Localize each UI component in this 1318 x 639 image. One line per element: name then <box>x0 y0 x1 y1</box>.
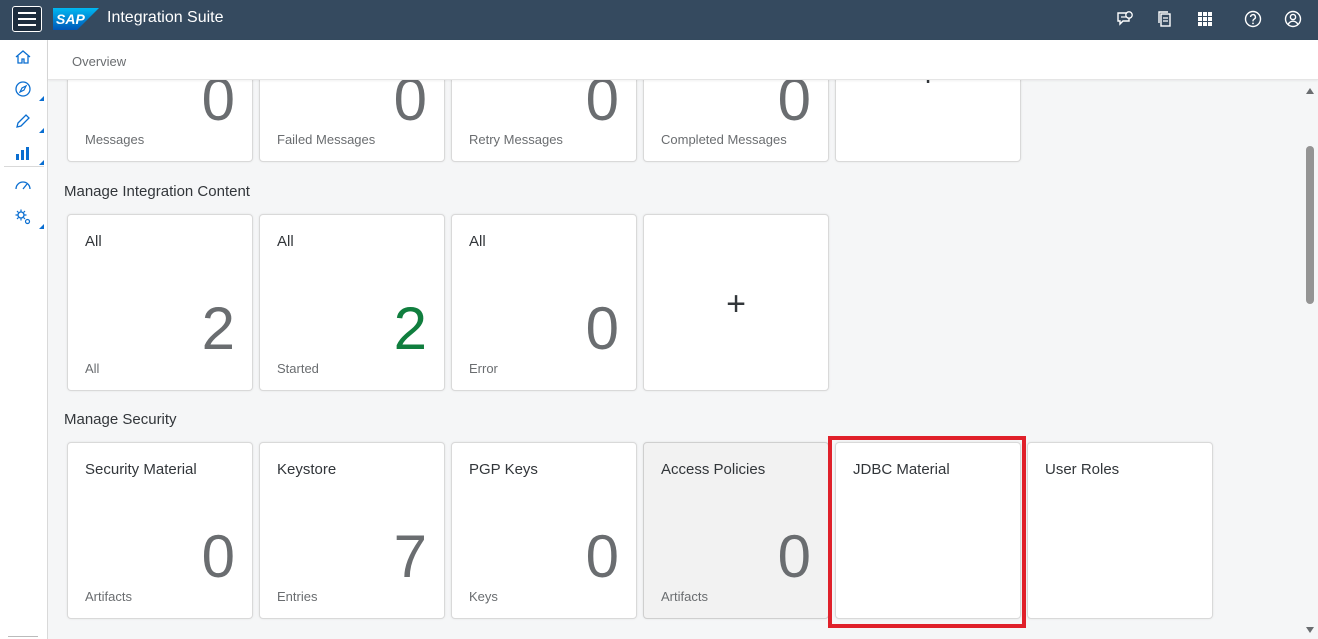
bar-chart-icon <box>16 147 29 160</box>
gears-icon <box>15 209 31 225</box>
feedback-icon[interactable] <box>1116 10 1134 28</box>
nav-settings[interactable] <box>10 204 36 230</box>
tile-access-policies[interactable]: Access Policies 0 Artifacts <box>643 442 829 619</box>
plus-icon: + <box>726 285 746 323</box>
tile-count: 0 <box>585 295 619 362</box>
tile-header: Keystore <box>277 461 337 478</box>
nav-expand-marker <box>39 224 44 229</box>
tile-footer: Artifacts <box>661 589 708 604</box>
tile-footer: Error <box>469 361 498 376</box>
tile-all-messages[interactable]: 0 Messages <box>67 80 253 162</box>
pencil-icon <box>16 114 30 128</box>
tile-count: 0 <box>777 80 811 133</box>
sap-logo[interactable]: SAP <box>53 8 99 30</box>
tile-footer: Entries <box>277 589 318 604</box>
section-title-security: Manage Security <box>64 411 177 428</box>
overview-content: 0 Messages 0 Failed Messages 0 Retry Mes… <box>48 80 1302 639</box>
speedometer-icon <box>15 181 31 190</box>
page-subheader: Overview <box>48 40 1318 80</box>
tile-footer: Completed Messages <box>661 132 787 147</box>
section-title-integration-content: Manage Integration Content <box>64 183 250 200</box>
tile-completed-messages[interactable]: 0 Completed Messages <box>643 80 829 162</box>
plus-icon: + <box>836 80 1020 95</box>
tile-header: Security Material <box>85 461 197 478</box>
tile-footer: Failed Messages <box>277 132 376 147</box>
tile-count: 0 <box>585 80 619 133</box>
tile-footer: Started <box>277 361 319 376</box>
highlight-box <box>828 436 1026 628</box>
nav-home[interactable] <box>10 44 36 70</box>
app-title: Integration Suite <box>107 9 224 26</box>
tile-content-error[interactable]: All 0 Error <box>451 214 637 391</box>
home-icon <box>15 50 31 64</box>
user-avatar-icon[interactable] <box>1284 10 1302 28</box>
tile-footer: Messages <box>85 132 145 147</box>
nav-bottom-divider <box>8 636 38 637</box>
tile-footer: Keys <box>469 589 498 604</box>
tile-header: PGP Keys <box>469 461 538 478</box>
nav-design[interactable] <box>10 108 36 134</box>
hamburger-icon <box>18 12 36 26</box>
menu-button[interactable] <box>12 6 42 32</box>
tile-failed-messages[interactable]: 0 Failed Messages <box>259 80 445 162</box>
tile-retry-messages[interactable]: 0 Retry Messages <box>451 80 637 162</box>
tile-count: 0 <box>585 523 619 590</box>
grid-icon[interactable] <box>1196 10 1214 28</box>
tile-add-monitor[interactable]: + <box>835 80 1021 162</box>
tile-header: All <box>469 233 486 250</box>
nav-monitor[interactable] <box>10 140 36 166</box>
tile-count: 0 <box>777 523 811 590</box>
tile-footer: Retry Messages <box>469 132 563 147</box>
tile-header: All <box>85 233 102 250</box>
copy-icon[interactable] <box>1156 10 1174 28</box>
nav-expand-marker <box>39 128 44 133</box>
compass-icon <box>15 81 31 97</box>
help-icon[interactable] <box>1244 10 1262 28</box>
tile-content-all[interactable]: All 2 All <box>67 214 253 391</box>
tile-content-started[interactable]: All 2 Started <box>259 214 445 391</box>
side-navigation <box>0 40 48 639</box>
tile-count: 0 <box>201 80 235 133</box>
tile-count: 2 <box>393 295 427 362</box>
nav-operations[interactable] <box>10 172 36 198</box>
breadcrumb[interactable]: Overview <box>72 54 126 69</box>
tile-add-content[interactable]: + <box>643 214 829 391</box>
nav-expand-marker <box>39 160 44 165</box>
tile-count: 0 <box>393 80 427 133</box>
tile-header: User Roles <box>1045 461 1120 478</box>
tile-header: Access Policies <box>661 461 766 478</box>
tile-count: 2 <box>201 295 235 362</box>
tile-footer: All <box>85 361 100 376</box>
shell-header: SAP Integration Suite <box>0 0 1318 40</box>
tile-security-material[interactable]: Security Material 0 Artifacts <box>67 442 253 619</box>
tile-count: 0 <box>201 523 235 590</box>
tile-user-roles[interactable]: User Roles <box>1027 442 1213 619</box>
tile-keystore[interactable]: Keystore 7 Entries <box>259 442 445 619</box>
scroll-down-arrow-icon[interactable] <box>1306 627 1314 633</box>
svg-text:SAP: SAP <box>56 11 85 27</box>
vertical-scrollbar[interactable] <box>1302 80 1318 639</box>
scroll-thumb[interactable] <box>1306 146 1314 304</box>
nav-divider <box>4 166 44 167</box>
nav-discover[interactable] <box>10 76 36 102</box>
tile-footer: Artifacts <box>85 589 132 604</box>
nav-expand-marker <box>39 96 44 101</box>
tile-count: 7 <box>393 523 427 590</box>
tile-pgp-keys[interactable]: PGP Keys 0 Keys <box>451 442 637 619</box>
scroll-up-arrow-icon[interactable] <box>1306 88 1314 94</box>
tile-header: All <box>277 233 294 250</box>
